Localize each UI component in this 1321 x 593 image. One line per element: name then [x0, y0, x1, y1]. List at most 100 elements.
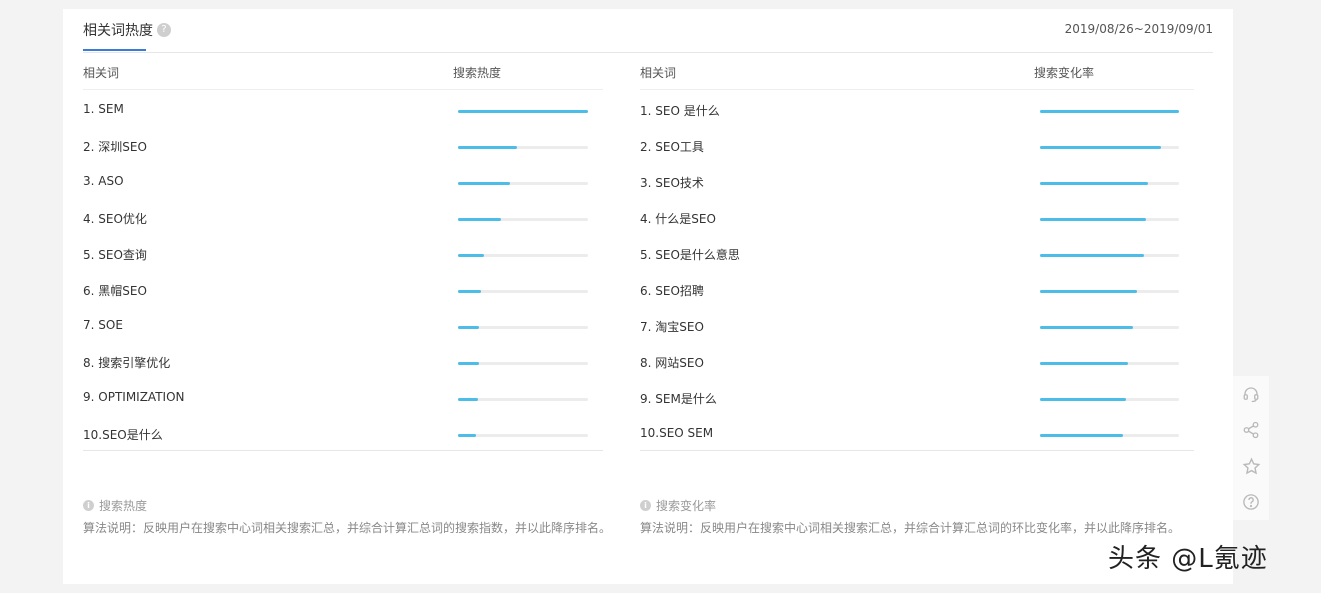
keyword-label[interactable]: 10.SEO SEM: [640, 426, 713, 440]
list-item[interactable]: 1. SEM: [83, 90, 603, 126]
keyword-label[interactable]: 9. SEM是什么: [640, 390, 717, 407]
progress-fill: [1040, 254, 1145, 257]
progress-fill: [1040, 362, 1128, 365]
watermark: 头条 @L氪迹: [1108, 544, 1268, 574]
keyword-label[interactable]: 4. 什么是SEO: [640, 210, 716, 227]
list-item[interactable]: 7. SOE: [83, 306, 603, 342]
keyword-label[interactable]: 3. ASO: [83, 174, 124, 188]
search-change-list: 1. SEO 是什么 2. SEO工具 3. SEO技术 4. 什么是SEO 5. SE…: [640, 90, 1194, 450]
column-header: 相关词 搜索变化率: [640, 59, 1194, 90]
list-item[interactable]: 4. SEO优化: [83, 198, 603, 234]
list-item[interactable]: 8. 网站SEO: [640, 342, 1194, 378]
progress-track: [1040, 146, 1179, 149]
keyword-label[interactable]: 3. SEO技术: [640, 174, 704, 191]
list-item[interactable]: 10.SEO是什么: [83, 414, 603, 450]
search-change-panel: 相关词 搜索变化率 1. SEO 是什么 2. SEO工具 3. SEO技术 4. 什…: [640, 59, 1194, 451]
keyword-label[interactable]: 10.SEO是什么: [83, 426, 163, 443]
share-icon[interactable]: [1233, 412, 1269, 448]
progress-track: [458, 218, 588, 221]
note-text: 算法说明：反映用户在搜索中心词相关搜索汇总，并综合计算汇总词的搜索指数，并以此降…: [83, 521, 612, 535]
list-item[interactable]: 8. 搜索引擎优化: [83, 342, 603, 378]
progress-fill: [458, 254, 484, 257]
progress-fill: [458, 434, 477, 437]
progress-track: [1040, 362, 1179, 365]
progress-track: [458, 110, 588, 113]
progress-track: [458, 146, 588, 149]
progress-fill: [1040, 110, 1179, 113]
keyword-label[interactable]: 5. SEO是什么意思: [640, 246, 740, 263]
active-tab-indicator: [83, 49, 146, 51]
progress-fill: [1040, 146, 1161, 149]
search-heat-list: 1. SEM 2. 深圳SEO 3. ASO 4. SEO优化 5. SEO查询 6. 黑…: [83, 90, 603, 450]
progress-track: [458, 362, 588, 365]
progress-fill: [458, 362, 479, 365]
keyword-label[interactable]: 1. SEO 是什么: [640, 102, 720, 119]
list-item[interactable]: 3. ASO: [83, 162, 603, 198]
note-title: i 搜索热度: [83, 497, 611, 514]
progress-track: [1040, 254, 1179, 257]
note-text: 算法说明：反映用户在搜索中心词相关搜索汇总，并综合计算汇总词的环比变化率，并以此…: [640, 521, 1181, 535]
col-keyword-header: 相关词: [640, 66, 677, 80]
keyword-label[interactable]: 6. 黑帽SEO: [83, 282, 147, 299]
list-item[interactable]: 9. SEM是什么: [640, 378, 1194, 414]
progress-track: [1040, 218, 1179, 221]
keyword-label[interactable]: 4. SEO优化: [83, 210, 147, 227]
progress-track: [1040, 398, 1179, 401]
progress-track: [458, 398, 588, 401]
keyword-label[interactable]: 2. 深圳SEO: [83, 138, 147, 155]
list-item[interactable]: 10.SEO SEM: [640, 414, 1194, 450]
headset-icon[interactable]: [1233, 376, 1269, 412]
list-item[interactable]: 4. 什么是SEO: [640, 198, 1194, 234]
card-header: 相关词热度 ? 2019/08/26~2019/09/01: [83, 9, 1213, 53]
list-item[interactable]: 2. 深圳SEO: [83, 126, 603, 162]
list-item[interactable]: 7. 淘宝SEO: [640, 306, 1194, 342]
keyword-label[interactable]: 5. SEO查询: [83, 246, 147, 263]
keyword-label[interactable]: 8. 网站SEO: [640, 354, 704, 371]
note-title-text: 搜索热度: [99, 499, 148, 513]
related-words-card: 相关词热度 ? 2019/08/26~2019/09/01 相关词 搜索热度 1…: [63, 9, 1233, 584]
progress-track: [1040, 434, 1179, 437]
note-title-text: 搜索变化率: [656, 499, 717, 513]
list-item[interactable]: 2. SEO工具: [640, 126, 1194, 162]
panel-divider: [83, 450, 603, 451]
note-title: i 搜索变化率: [640, 497, 1180, 514]
progress-track: [458, 434, 588, 437]
list-item[interactable]: 3. SEO技术: [640, 162, 1194, 198]
star-icon[interactable]: [1233, 448, 1269, 484]
list-item[interactable]: 6. 黑帽SEO: [83, 270, 603, 306]
list-item[interactable]: 1. SEO 是什么: [640, 90, 1194, 126]
list-item[interactable]: 5. SEO查询: [83, 234, 603, 270]
keyword-label[interactable]: 6. SEO招聘: [640, 282, 704, 299]
keyword-label[interactable]: 2. SEO工具: [640, 138, 704, 155]
info-icon: i: [640, 500, 651, 511]
list-item[interactable]: 5. SEO是什么意思: [640, 234, 1194, 270]
progress-track: [1040, 326, 1179, 329]
progress-track: [458, 326, 588, 329]
progress-fill: [458, 146, 517, 149]
col-search-heat-header: 搜索热度: [453, 66, 502, 80]
help-icon[interactable]: ?: [157, 23, 171, 37]
progress-fill: [458, 398, 478, 401]
search-heat-panel: 相关词 搜索热度 1. SEM 2. 深圳SEO 3. ASO 4. SEO优化 5. …: [83, 59, 603, 451]
keyword-label[interactable]: 8. 搜索引擎优化: [83, 354, 170, 371]
info-icon: i: [83, 500, 94, 511]
progress-fill: [458, 326, 479, 329]
keyword-label[interactable]: 7. SOE: [83, 318, 123, 332]
progress-fill: [1040, 434, 1124, 437]
search-change-note: i 搜索变化率 算法说明：反映用户在搜索中心词相关搜索汇总，并综合计算汇总词的环…: [640, 497, 1180, 536]
tab-related-word-heat[interactable]: 相关词热度 ?: [83, 20, 171, 40]
list-item[interactable]: 6. SEO招聘: [640, 270, 1194, 306]
keyword-label[interactable]: 1. SEM: [83, 102, 124, 116]
keyword-label[interactable]: 9. OPTIMIZATION: [83, 390, 185, 404]
panel-divider: [640, 450, 1194, 451]
progress-track: [458, 182, 588, 185]
progress-track: [1040, 110, 1179, 113]
progress-track: [1040, 290, 1179, 293]
col-search-change-header: 搜索变化率: [1034, 66, 1095, 80]
list-item[interactable]: 9. OPTIMIZATION: [83, 378, 603, 414]
progress-fill: [1040, 398, 1127, 401]
floating-toolbar: [1233, 376, 1269, 520]
help-circle-icon[interactable]: [1233, 484, 1269, 520]
progress-track: [1040, 182, 1179, 185]
keyword-label[interactable]: 7. 淘宝SEO: [640, 318, 704, 335]
